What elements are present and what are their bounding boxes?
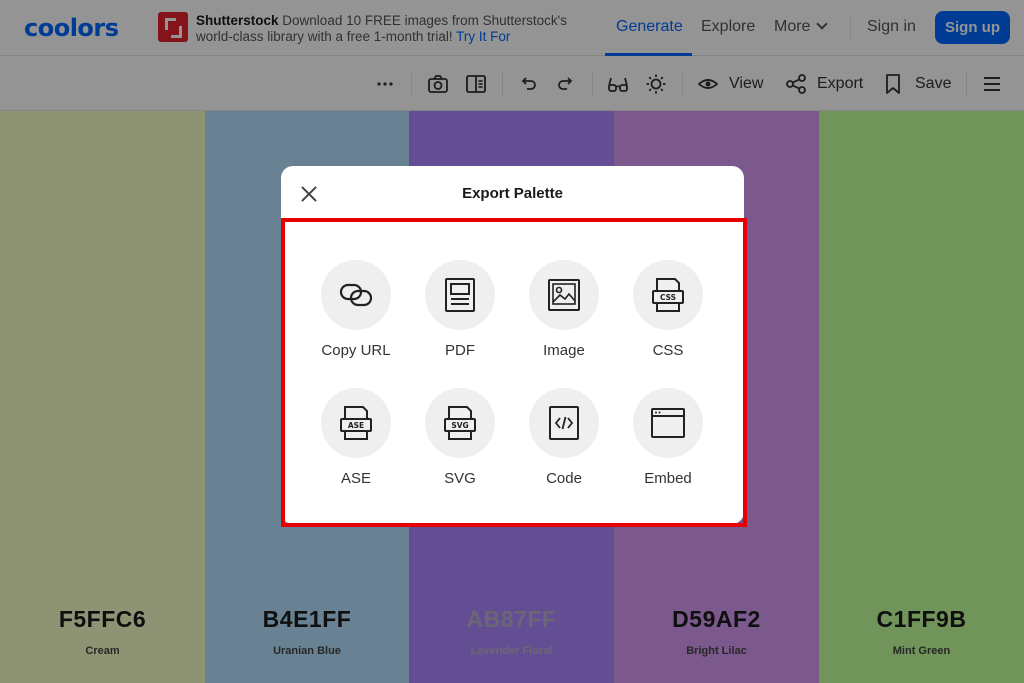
highlight-frame (281, 218, 747, 527)
modal-title: Export Palette (462, 185, 563, 202)
